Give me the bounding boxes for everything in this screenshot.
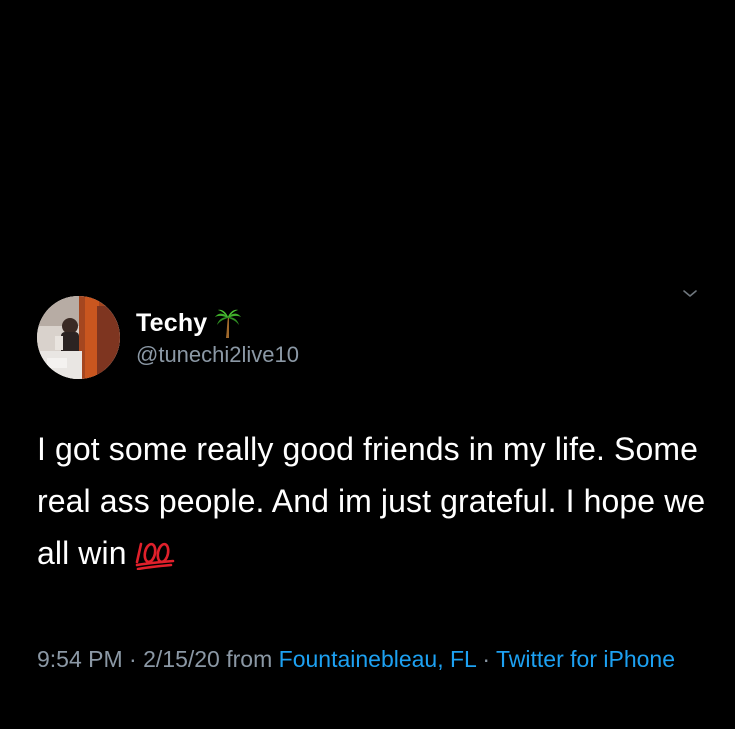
meta-separator-2: ·: [475, 646, 497, 672]
location-link[interactable]: Fountainebleau, FL: [279, 646, 476, 672]
hundred-points-icon: [135, 533, 175, 571]
avatar-image: [37, 296, 120, 379]
from-label: from: [219, 646, 279, 672]
palm-tree-icon: [215, 308, 242, 338]
display-name-row: Techy: [136, 306, 299, 340]
avatar[interactable]: [37, 296, 120, 379]
tweet-date: 2/15/20: [143, 646, 220, 672]
tweet-time: 9:54 PM: [37, 646, 123, 672]
display-name[interactable]: Techy: [136, 309, 207, 338]
meta-separator: ·: [122, 646, 144, 672]
tweet-card: Techy @tunechi2live10 I got some really …: [0, 0, 735, 729]
user-info: Techy @tunechi2live10: [136, 306, 299, 368]
chevron-down-icon[interactable]: [680, 285, 700, 301]
tweet-text: I got some really good friends in my lif…: [37, 423, 717, 579]
handle[interactable]: @tunechi2live10: [136, 342, 299, 368]
tweet-meta: 9:54 PM · 2/15/20 from Fountainebleau, F…: [37, 642, 717, 677]
source-link[interactable]: Twitter for iPhone: [496, 646, 675, 672]
